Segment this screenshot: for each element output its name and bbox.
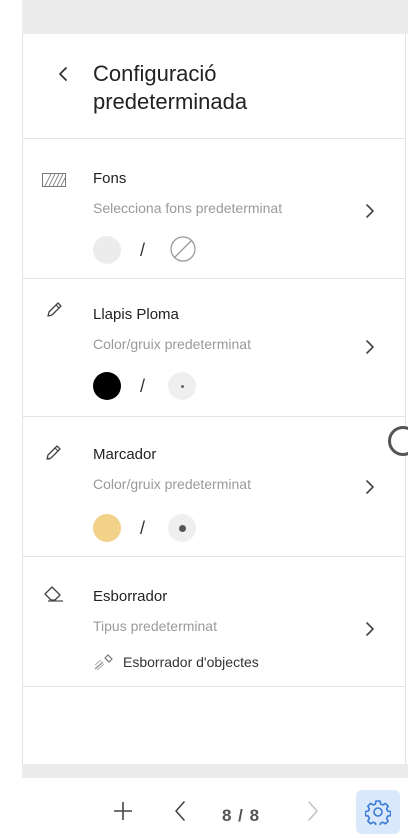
- page-indicator: 8 / 8: [222, 806, 261, 825]
- thin-thickness-dot: [168, 372, 196, 400]
- chevron-right-icon[interactable]: [363, 620, 377, 638]
- next-page-icon: [308, 801, 318, 821]
- background-pattern-icon: [41, 170, 67, 190]
- marker-color-swatch: [93, 514, 121, 542]
- back-button[interactable]: [49, 60, 77, 88]
- no-pattern-icon: [168, 234, 198, 264]
- section-title: Fons: [93, 170, 127, 187]
- chevron-right-icon[interactable]: [363, 338, 377, 356]
- separator-slash: /: [140, 518, 146, 538]
- settings-button[interactable]: [356, 790, 400, 834]
- eraser-option-label: Esborrador d'objectes: [123, 654, 259, 670]
- section-title: Marcador: [93, 446, 157, 463]
- separator-slash: /: [140, 376, 146, 396]
- section-subtitle: Selecciona fons predeterminat: [93, 200, 283, 216]
- chevron-right-icon[interactable]: [363, 202, 377, 220]
- bottom-toolbar: [0, 778, 408, 838]
- add-page-icon: [114, 802, 132, 820]
- section-pen[interactable]: Llapis Ploma Color/gruix predeterminat /: [23, 278, 405, 416]
- previous-page-icon: [175, 801, 185, 821]
- section-subtitle: Color/gruix predeterminat: [93, 336, 251, 352]
- add-page-button[interactable]: [106, 794, 140, 828]
- marker-icon: [41, 442, 67, 462]
- divider: [23, 686, 405, 687]
- settings-icon: [365, 800, 391, 825]
- separator-slash: /: [140, 240, 146, 260]
- page-title: Configuració predeterminada: [93, 61, 248, 114]
- section-subtitle: Color/gruix predeterminat: [93, 476, 251, 492]
- chevron-left-icon: [59, 67, 67, 81]
- section-background[interactable]: Fons Selecciona fons predeterminat /: [23, 138, 405, 278]
- section-marker[interactable]: Marcador Color/gruix predeterminat /: [23, 416, 405, 556]
- eraser-icon: [41, 584, 67, 604]
- previous-page-button[interactable]: [165, 794, 195, 828]
- panel-bottom-strip: [22, 764, 408, 778]
- section-subtitle: Tipus predeterminat: [93, 618, 217, 634]
- medium-thickness-dot: [168, 514, 196, 542]
- pen-color-swatch: [93, 372, 121, 400]
- section-title: Esborrador: [93, 588, 168, 605]
- chevron-right-icon[interactable]: [363, 478, 377, 496]
- section-title: Llapis Ploma: [93, 306, 179, 323]
- pen-icon: [41, 300, 67, 320]
- object-eraser-icon: [93, 652, 115, 672]
- left-margin: [0, 0, 22, 838]
- section-eraser[interactable]: Esborrador Tipus predeterminat Esborrado…: [23, 556, 405, 686]
- next-page-button[interactable]: [298, 794, 328, 828]
- top-strip: [22, 0, 408, 34]
- settings-panel: Configuració predeterminada Fons Selecci…: [22, 34, 406, 764]
- background-color-swatch: [93, 236, 121, 264]
